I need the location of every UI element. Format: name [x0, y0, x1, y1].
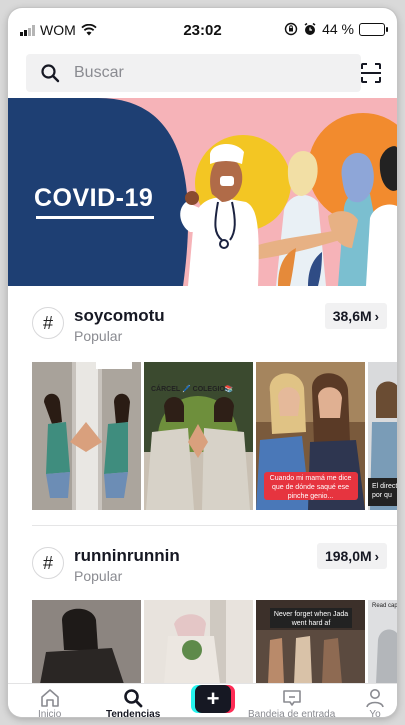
- hashtag-count-button[interactable]: 198,0M ›: [316, 543, 387, 569]
- thumbnail-label: Read capti: [372, 603, 397, 609]
- battery-percent: 44 %: [322, 21, 354, 37]
- plus-icon: +: [195, 685, 231, 713]
- chevron-right-icon: ›: [374, 308, 379, 324]
- banner-underline: [36, 216, 154, 219]
- battery-icon: [359, 22, 388, 36]
- thumbnail-caption: Never forget when Jada went hard af: [273, 611, 349, 627]
- tab-inbox-label: Bandeja de entrada: [248, 709, 336, 717]
- video-thumbnails: Never forget when Jada went hard af Read…: [32, 600, 397, 684]
- tab-discover-label: Tendencias: [106, 709, 161, 717]
- thumbnail-caption: Cuando mi mamá me dice que de dónde saqu…: [269, 475, 352, 500]
- pagination-dot[interactable]: [211, 270, 216, 275]
- tab-home[interactable]: Inicio: [38, 688, 61, 717]
- search-icon: [124, 689, 143, 708]
- search-icon: [41, 64, 60, 83]
- pagination-dot[interactable]: [191, 270, 196, 275]
- video-thumbnail[interactable]: CÁRCEL 🖊️ COLEGIO📚: [144, 362, 253, 510]
- video-thumbnail[interactable]: Never forget when Jada went hard af: [256, 600, 365, 684]
- thumbnail-label: CÁRCEL 🖊️ COLEGIO📚: [151, 386, 234, 393]
- status-bar: WOM 23:02 44 %: [8, 8, 397, 48]
- hashtag-subtitle: Popular: [74, 568, 123, 584]
- hashtag-title[interactable]: soycomotu: [74, 306, 165, 326]
- banner-pagination: [191, 270, 216, 275]
- hashtag-icon: #: [32, 307, 64, 339]
- video-thumbnail[interactable]: [32, 600, 141, 684]
- thumbnail-label: [96, 362, 102, 363]
- lock-rotation-icon: [284, 22, 298, 36]
- search-input[interactable]: [74, 64, 314, 82]
- banner-title: COVID-19: [34, 184, 154, 212]
- tab-profile[interactable]: Yo: [364, 688, 386, 717]
- pagination-dot[interactable]: [201, 270, 206, 275]
- video-thumbnail[interactable]: El direct por qu: [368, 362, 397, 510]
- tab-inbox[interactable]: Bandeja de entrada: [248, 688, 335, 717]
- tab-profile-label: Yo: [369, 709, 381, 717]
- thumbnail-caption: El direct por qu: [372, 483, 397, 499]
- hashtag-subtitle: Popular: [74, 328, 123, 344]
- hashtag-count: 38,6M: [332, 308, 372, 324]
- video-thumbnails: CÁRCEL 🖊️ COLEGIO📚 Cuando mi mamá me dic…: [32, 362, 397, 510]
- video-thumbnail[interactable]: Cuando mi mamá me dice que de dónde saqu…: [256, 362, 365, 510]
- chevron-right-icon: ›: [374, 548, 379, 564]
- profile-icon: [366, 689, 384, 708]
- scan-icon[interactable]: [359, 61, 383, 85]
- video-thumbnail[interactable]: [32, 362, 141, 510]
- hashtag-title[interactable]: runninrunnin: [74, 546, 180, 566]
- search-bar[interactable]: [26, 54, 361, 92]
- home-icon: [40, 689, 59, 707]
- video-thumbnail[interactable]: Read capti: [368, 600, 397, 684]
- section-divider: [32, 525, 397, 526]
- tab-discover[interactable]: Tendencias: [106, 688, 160, 717]
- alarm-icon: [304, 22, 316, 35]
- hashtag-count-button[interactable]: 38,6M ›: [324, 303, 387, 329]
- tab-home-label: Inicio: [38, 709, 62, 717]
- thumbnail-label: [60, 602, 66, 604]
- video-thumbnail[interactable]: [144, 600, 253, 684]
- create-video-button[interactable]: +: [191, 685, 235, 713]
- hashtag-icon: #: [32, 547, 64, 579]
- covid-banner[interactable]: COVID-19: [8, 98, 397, 286]
- phone-screen: WOM 23:02 44 % Buscar COVID-19 # soycomo…: [8, 8, 397, 717]
- hashtag-count: 198,0M: [324, 548, 372, 564]
- inbox-icon: [282, 690, 301, 706]
